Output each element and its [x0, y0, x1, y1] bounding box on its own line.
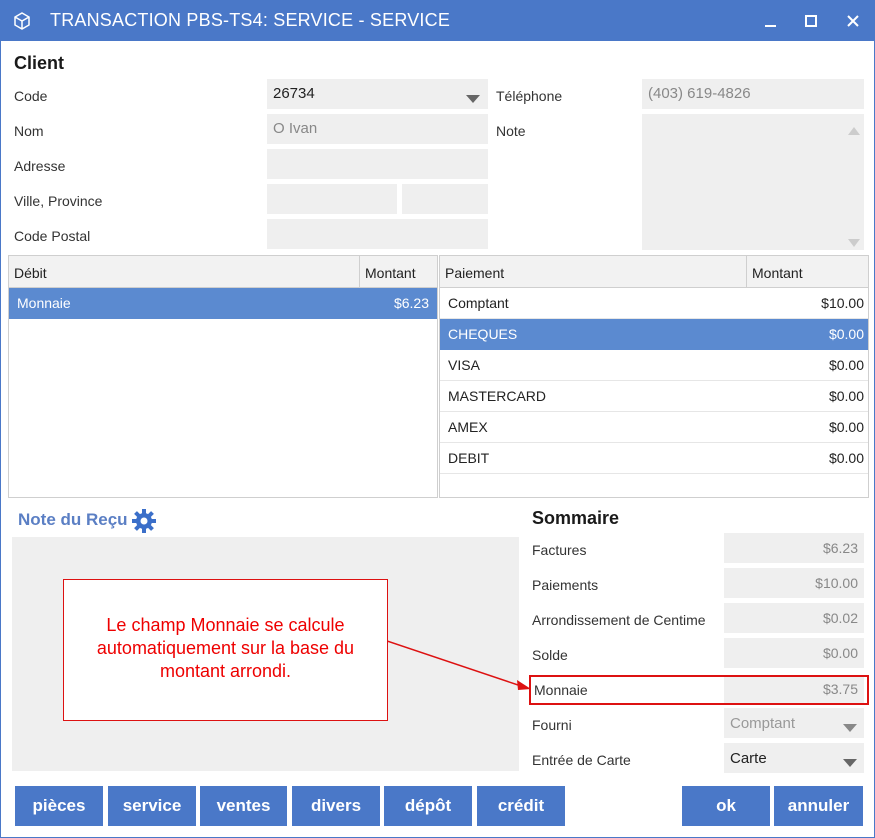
fourni-label: Fourni	[532, 717, 572, 733]
row-amount: $0.00	[828, 419, 864, 435]
fourni-value: Comptant	[730, 715, 796, 732]
entree-label: Entrée de Carte	[532, 752, 631, 768]
row-amount: $6.23	[393, 295, 429, 311]
nom-field[interactable]: O Ivan	[267, 114, 488, 144]
paiement-col-amount[interactable]: Montant	[752, 265, 803, 281]
note-label: Note	[496, 123, 526, 139]
chevron-down-icon[interactable]	[466, 90, 480, 107]
divers-button[interactable]: divers	[292, 786, 380, 826]
nom-label: Nom	[14, 123, 44, 139]
close-icon[interactable]	[839, 7, 867, 35]
adresse-label: Adresse	[14, 158, 66, 174]
row-name: MASTERCARD	[448, 388, 547, 404]
maximize-icon[interactable]	[797, 7, 825, 35]
adresse-field[interactable]	[267, 149, 488, 179]
ventes-button[interactable]: ventes	[200, 786, 287, 826]
ok-button[interactable]: ok	[682, 786, 770, 826]
scroll-down-icon[interactable]	[848, 234, 860, 252]
monnaie-label: Monnaie	[534, 682, 588, 698]
table-row[interactable]: MASTERCARD $0.00	[440, 381, 868, 412]
postal-field[interactable]	[267, 219, 488, 249]
note-recu-title: Note du Reçu	[18, 510, 128, 529]
paiement-col-name[interactable]: Paiement	[445, 265, 504, 281]
entree-value: Carte	[730, 750, 767, 767]
minimize-icon[interactable]	[756, 7, 784, 35]
transaction-window: TRANSACTION PBS-TS4: SERVICE - SERVICE C…	[0, 0, 875, 838]
table-row[interactable]: VISA $0.00	[440, 350, 868, 381]
telephone-label: Téléphone	[496, 88, 563, 104]
paiement-grid: Paiement Montant Comptant $10.00 CHEQUES…	[439, 255, 869, 498]
table-row[interactable]: Monnaie $6.23	[9, 288, 437, 319]
code-label: Code	[14, 88, 48, 104]
entree-select[interactable]: Carte	[724, 743, 864, 773]
monnaie-value: $3.75	[724, 677, 864, 703]
row-amount: $0.00	[828, 357, 864, 373]
postal-label: Code Postal	[14, 228, 91, 244]
row-name: Monnaie	[17, 295, 71, 311]
note-textarea[interactable]	[642, 114, 864, 250]
paiement-header: Paiement Montant	[440, 256, 868, 288]
row-name: Comptant	[448, 295, 509, 311]
title-bar[interactable]: TRANSACTION PBS-TS4: SERVICE - SERVICE	[1, 1, 875, 41]
ville-field[interactable]	[267, 184, 397, 214]
annotation-callout: Le champ Monnaie se calcule automatiquem…	[63, 579, 388, 721]
factures-label: Factures	[532, 542, 587, 558]
pieces-button[interactable]: pièces	[15, 786, 103, 826]
credit-button[interactable]: crédit	[477, 786, 565, 826]
paiements-value: $10.00	[724, 568, 864, 598]
cube-icon	[13, 12, 31, 30]
annuler-button[interactable]: annuler	[774, 786, 863, 826]
callout-text: Le champ Monnaie se calcule automatiquem…	[96, 615, 355, 681]
code-select[interactable]: 26734	[267, 79, 488, 109]
debit-header: Débit Montant	[9, 256, 437, 288]
table-row[interactable]: CHEQUES $0.00	[440, 319, 868, 350]
chevron-down-icon[interactable]	[843, 719, 857, 736]
row-name: VISA	[448, 357, 480, 373]
row-amount: $0.00	[828, 450, 864, 466]
factures-value: $6.23	[724, 533, 864, 563]
code-value: 26734	[273, 85, 315, 102]
service-button[interactable]: service	[108, 786, 196, 826]
scroll-up-icon[interactable]	[848, 122, 860, 140]
debit-grid: Débit Montant Monnaie $6.23	[8, 255, 438, 498]
row-amount: $10.00	[821, 295, 864, 311]
table-row[interactable]: Comptant $10.00	[440, 288, 868, 319]
gear-icon[interactable]	[131, 508, 157, 534]
window-title: TRANSACTION PBS-TS4: SERVICE - SERVICE	[50, 10, 451, 30]
solde-label: Solde	[532, 647, 568, 663]
province-field[interactable]	[402, 184, 488, 214]
row-name: AMEX	[448, 419, 488, 435]
debit-col-name[interactable]: Débit	[14, 265, 47, 281]
ville-label: Ville, Province	[14, 193, 103, 209]
depot-button[interactable]: dépôt	[384, 786, 472, 826]
sommaire-title: Sommaire	[532, 508, 620, 528]
callout-arrow	[387, 640, 531, 690]
client-title: Client	[14, 53, 65, 73]
chevron-down-icon[interactable]	[843, 754, 857, 771]
table-row[interactable]: DEBIT $0.00	[440, 443, 868, 474]
fourni-select[interactable]: Comptant	[724, 708, 864, 738]
row-name: DEBIT	[448, 450, 490, 466]
table-row[interactable]: AMEX $0.00	[440, 412, 868, 443]
arrondi-value: $0.02	[724, 603, 864, 633]
row-name: CHEQUES	[448, 326, 518, 342]
paiements-label: Paiements	[532, 577, 599, 593]
row-amount: $0.00	[828, 388, 864, 404]
telephone-field[interactable]: (403) 619-4826	[642, 79, 864, 109]
debit-col-amount[interactable]: Montant	[365, 265, 416, 281]
solde-value: $0.00	[724, 638, 864, 668]
arrondi-label: Arrondissement de Centime	[532, 612, 706, 628]
row-amount: $0.00	[828, 326, 864, 342]
